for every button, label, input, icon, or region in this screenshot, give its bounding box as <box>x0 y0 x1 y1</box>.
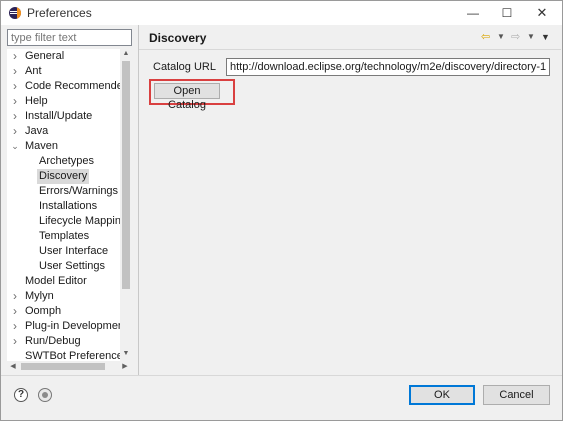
title-separator <box>139 49 561 50</box>
tree-item-lifecycle-mapping[interactable]: Lifecycle Mapping <box>7 214 132 229</box>
close-button[interactable]: ✕ <box>527 4 557 22</box>
tree-item-label: Java <box>25 125 49 137</box>
collapsed-chevron-icon[interactable]: › <box>11 109 19 124</box>
tree-vertical-scrollbar[interactable]: ▲ ▼ <box>120 49 132 361</box>
tree-item-label: User Settings <box>39 260 106 272</box>
collapsed-chevron-icon[interactable]: › <box>11 304 19 319</box>
tree-item-help[interactable]: › Help <box>7 94 132 109</box>
tree-item-templates[interactable]: Templates <box>7 229 132 244</box>
tree-item-label: Installations <box>39 200 98 212</box>
catalog-url-label: Catalog URL <box>153 61 216 73</box>
forward-history-dropdown-icon[interactable]: ▼ <box>527 30 535 44</box>
tree-item-label: Code Recommenders <box>25 80 132 92</box>
tree-item-user-interface[interactable]: User Interface <box>7 244 132 259</box>
footer-separator <box>1 375 562 376</box>
collapsed-chevron-icon[interactable]: › <box>11 289 19 304</box>
scroll-thumb[interactable] <box>122 61 130 289</box>
tree-item-label: Run/Debug <box>25 335 81 347</box>
tree-item-user-settings[interactable]: User Settings <box>7 259 132 274</box>
catalog-url-field[interactable] <box>226 58 550 76</box>
tree-item-label: Discovery <box>37 169 90 184</box>
collapsed-chevron-icon[interactable]: › <box>11 334 19 349</box>
tree-item-label: SWTBot Preferences <box>25 350 129 361</box>
tree-item-label: Help <box>25 95 48 107</box>
scroll-up-icon[interactable]: ▲ <box>120 49 132 59</box>
minimize-button[interactable]: — <box>458 4 488 22</box>
tree-item-label: User Interface <box>39 245 109 257</box>
eclipse-icon <box>9 7 21 19</box>
forward-arrow-icon[interactable]: ⇨ <box>511 30 520 44</box>
tree-item-label: Oomph <box>25 305 62 317</box>
expanded-chevron-icon[interactable]: ⌄ <box>11 139 19 154</box>
filter-input[interactable] <box>7 29 132 46</box>
tree-item-label: General <box>25 50 65 62</box>
tree-item-archetypes[interactable]: Archetypes <box>7 154 132 169</box>
ok-button[interactable]: OK <box>409 385 475 405</box>
pane-splitter[interactable] <box>138 25 139 375</box>
maximize-button[interactable]: ☐ <box>492 4 522 22</box>
tree-item-label: Archetypes <box>39 155 95 167</box>
tree-item-label: Errors/Warnings <box>39 185 119 197</box>
collapsed-chevron-icon[interactable]: › <box>11 49 19 64</box>
tree-item-oomph[interactable]: › Oomph <box>7 304 132 319</box>
tree-item-errors-warnings[interactable]: Errors/Warnings <box>7 184 132 199</box>
tree-item-general[interactable]: › General <box>7 49 132 64</box>
tree-item-label: Model Editor <box>25 275 87 287</box>
preferences-window: Preferences — ☐ ✕ › General › Ant › Code Reco… <box>0 0 563 421</box>
title-bar[interactable]: Preferences — ☐ ✕ <box>1 1 562 25</box>
back-arrow-icon[interactable]: ⇦ <box>481 30 490 44</box>
window-title: Preferences <box>27 6 92 20</box>
tree-item-java[interactable]: › Java <box>7 124 132 139</box>
collapsed-chevron-icon[interactable]: › <box>11 124 19 139</box>
tree-item-run-debug[interactable]: › Run/Debug <box>7 334 132 349</box>
scroll-thumb-horizontal[interactable] <box>21 363 105 370</box>
tree-item-model-editor[interactable]: Model Editor <box>7 274 132 289</box>
tree-item-label: Maven <box>25 140 59 152</box>
open-catalog-button[interactable]: Open Catalog <box>154 83 220 111</box>
scroll-down-icon[interactable]: ▼ <box>120 349 132 359</box>
tree-item-installations[interactable]: Installations <box>7 199 132 214</box>
collapsed-chevron-icon[interactable]: › <box>11 94 19 109</box>
view-menu-icon[interactable]: ▼ <box>541 30 550 44</box>
tree-item-plug-in-development[interactable]: › Plug-in Development <box>7 319 132 334</box>
tree-item-mylyn[interactable]: › Mylyn <box>7 289 132 304</box>
collapsed-chevron-icon[interactable]: › <box>11 79 19 94</box>
tree-item-code-recommenders[interactable]: › Code Recommenders <box>7 79 132 94</box>
scroll-left-icon[interactable]: ◀ <box>8 361 18 372</box>
scroll-right-icon[interactable]: ▶ <box>120 361 130 372</box>
preference-tree: › General › Ant › Code Recommenders › Help › Inst… <box>7 49 132 361</box>
tree-item-label: Lifecycle Mapping <box>39 215 128 227</box>
tree-item-label: Templates <box>39 230 90 242</box>
cancel-button[interactable]: Cancel <box>483 385 550 405</box>
tree-item-install-update[interactable]: › Install/Update <box>7 109 132 124</box>
tree-item-swtbot-preferences[interactable]: SWTBot Preferences <box>7 349 132 361</box>
tree-item-ant[interactable]: › Ant <box>7 64 132 79</box>
record-macro-icon[interactable] <box>38 388 52 402</box>
tree-item-label: Plug-in Development <box>25 320 128 332</box>
collapsed-chevron-icon[interactable]: › <box>11 64 19 79</box>
tree-horizontal-scrollbar[interactable]: ◀ ▶ <box>7 361 132 372</box>
page-title: Discovery <box>149 31 207 45</box>
help-icon[interactable]: ? <box>14 388 28 402</box>
tree-item-label: Ant <box>25 65 42 77</box>
collapsed-chevron-icon[interactable]: › <box>11 319 19 334</box>
tree-item-label: Install/Update <box>25 110 93 122</box>
tree-item-discovery[interactable]: Discovery <box>7 169 132 184</box>
back-history-dropdown-icon[interactable]: ▼ <box>497 30 505 44</box>
tree-item-maven[interactable]: ⌄ Maven <box>7 139 132 154</box>
tree-item-label: Mylyn <box>25 290 54 302</box>
